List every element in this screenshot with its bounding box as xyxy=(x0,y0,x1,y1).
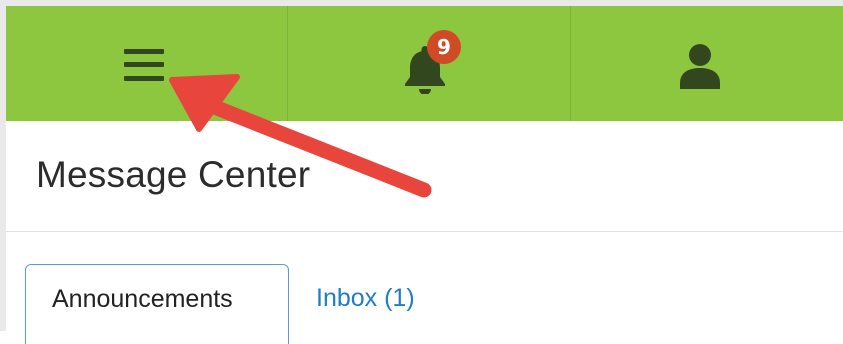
notification-count-badge: 9 xyxy=(426,29,461,64)
user-icon[interactable] xyxy=(678,43,722,89)
bell-icon[interactable]: 9 xyxy=(403,29,461,95)
user-glyph xyxy=(680,43,721,89)
hamburger-menu-icon[interactable] xyxy=(124,48,165,81)
page-title: Message Center xyxy=(36,154,311,195)
tab-inbox[interactable]: Inbox (1) xyxy=(316,284,415,313)
tab-announcements[interactable]: Announcements xyxy=(25,264,289,344)
notifications-button[interactable]: 9 xyxy=(288,6,572,121)
profile-button[interactable] xyxy=(571,6,843,121)
section-divider xyxy=(6,231,843,232)
tab-announcements-label: Announcements xyxy=(52,285,233,313)
top-navigation-bar: 9 xyxy=(6,6,843,121)
menu-button[interactable] xyxy=(6,6,288,121)
